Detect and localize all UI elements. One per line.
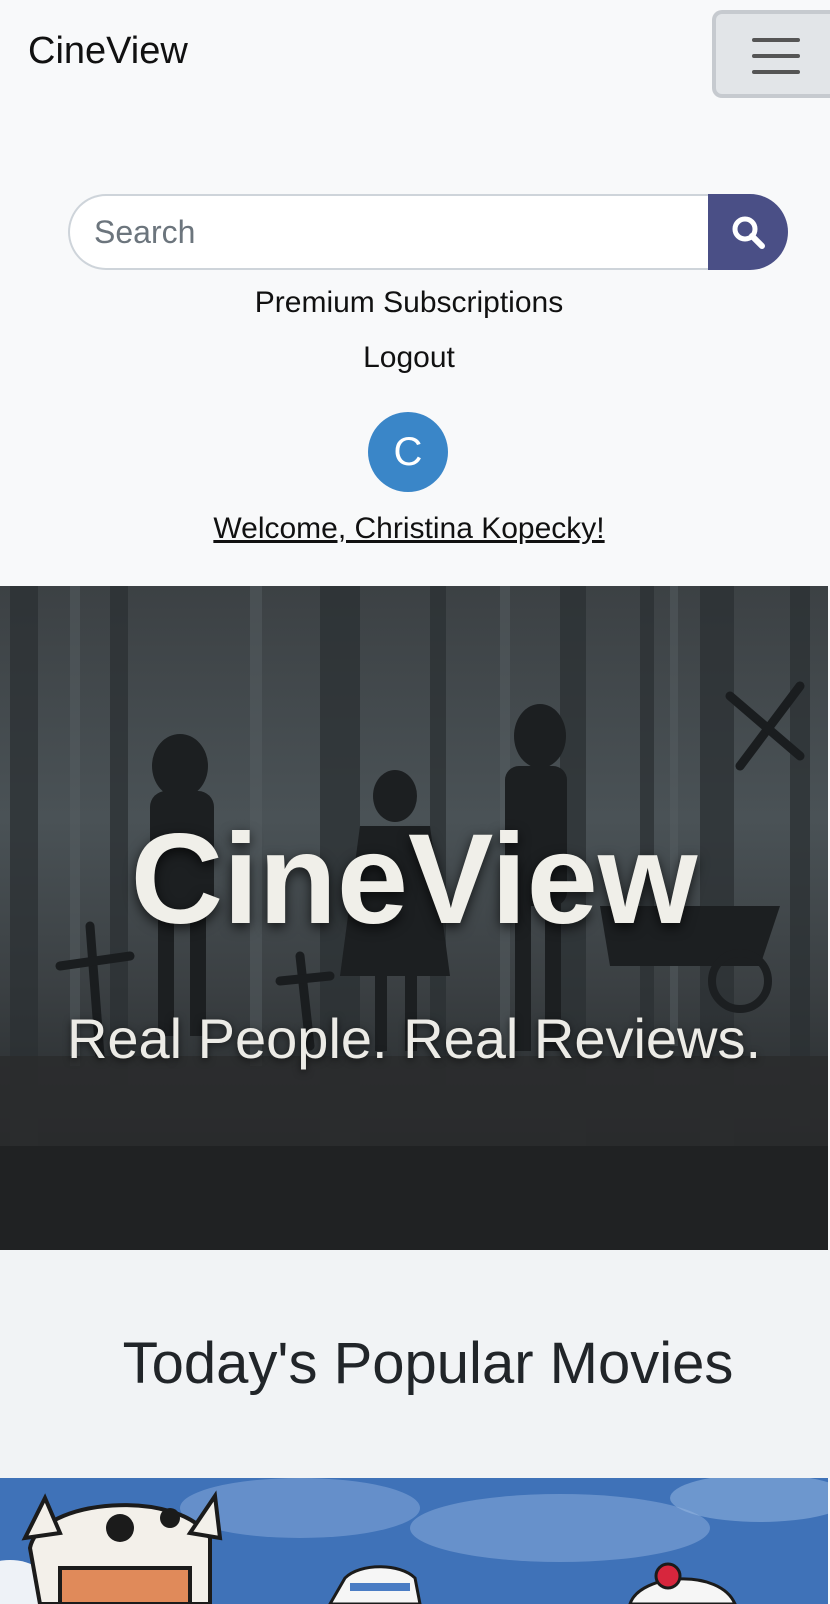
hero-tagline: Real People. Real Reviews.: [66, 1007, 762, 1070]
avatar[interactable]: C: [368, 412, 448, 492]
premium-subscriptions-link[interactable]: Premium Subscriptions: [0, 286, 818, 320]
movie-poster-image: [0, 1478, 828, 1604]
search-form: [68, 194, 788, 270]
hero-banner: CineView Real People. Real Reviews.: [0, 586, 828, 1250]
logout-link[interactable]: Logout: [0, 341, 818, 375]
hero-title: CineView: [130, 808, 698, 951]
search-button[interactable]: [708, 194, 788, 270]
search-icon: [732, 216, 765, 249]
navbar-toggler-button[interactable]: [712, 10, 830, 98]
welcome-link[interactable]: Welcome, Christina Kopecky!: [0, 512, 818, 546]
search-input[interactable]: [68, 194, 708, 270]
navbar: CineView Premium Subscriptions Logout C …: [0, 0, 830, 586]
popular-movies-section: Today's Popular Movies: [0, 1250, 830, 1478]
movie-poster-card[interactable]: [0, 1478, 828, 1604]
brand-link[interactable]: CineView: [28, 30, 188, 73]
section-title: Today's Popular Movies: [122, 1331, 734, 1396]
